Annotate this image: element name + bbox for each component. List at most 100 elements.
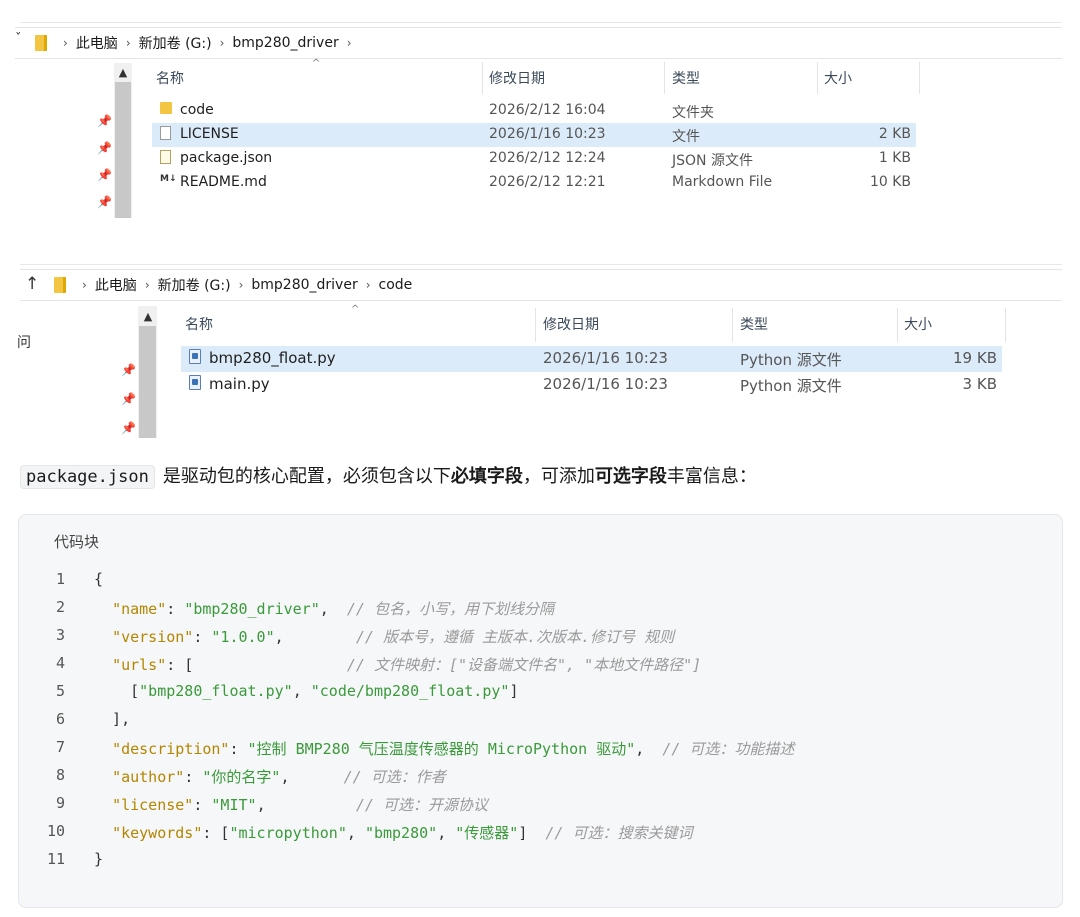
- code-token: }: [94, 850, 104, 868]
- breadcrumb-item[interactable]: 此电脑: [95, 275, 137, 295]
- column-divider[interactable]: [817, 62, 818, 94]
- address-bar-2[interactable]: ↑ › 此电脑 › 新加卷 (G:) › bmp280_driver › cod…: [20, 269, 1062, 301]
- file-modified: 2026/2/12 12:21: [489, 174, 606, 190]
- pin-icon[interactable]: 📌: [97, 141, 112, 155]
- code-token: ,: [346, 824, 365, 842]
- column-divider[interactable]: [919, 62, 920, 94]
- code-token: ,: [256, 796, 356, 814]
- breadcrumb-item[interactable]: 新加卷 (G:): [139, 33, 212, 53]
- line-number: 5: [55, 682, 65, 700]
- code-token: // 可选：开源协议: [355, 796, 488, 814]
- pin-icon[interactable]: 📌: [121, 392, 136, 406]
- code-token: ,: [274, 628, 356, 646]
- line-number: 6: [55, 710, 65, 728]
- code-token: "micropython": [229, 824, 347, 842]
- scroll-up-icon[interactable]: ▲: [114, 65, 132, 81]
- code-token: // 文件映射：["设备端文件名", "本地文件路径"]: [346, 656, 702, 674]
- code-token: // 包名，小写，用下划线分隔: [346, 600, 554, 618]
- column-header-name[interactable]: 名称: [185, 314, 213, 334]
- chevron-right-icon: ›: [63, 36, 68, 50]
- pin-icon[interactable]: 📌: [121, 421, 136, 435]
- code-token: ]: [509, 682, 519, 700]
- line-number: 8: [55, 766, 65, 784]
- code-token: {: [94, 570, 104, 588]
- column-header-modified[interactable]: 修改日期: [489, 68, 545, 88]
- file-row-code[interactable]: code 2026/2/12 16:04 文件夹: [152, 99, 916, 123]
- column-header-modified[interactable]: 修改日期: [543, 314, 599, 334]
- column-header-name[interactable]: 名称: [156, 68, 184, 88]
- line-number: 9: [55, 794, 65, 812]
- pin-icon[interactable]: 📌: [97, 195, 112, 209]
- arrow-up-icon[interactable]: ↑: [25, 274, 39, 294]
- code-token: "bmp280_float.py": [139, 682, 293, 700]
- chevron-left-icon[interactable]: ˇ: [15, 32, 22, 47]
- file-name: LICENSE: [180, 126, 239, 142]
- pin-icon[interactable]: 📌: [121, 363, 136, 377]
- file-name: bmp280_float.py: [209, 349, 336, 367]
- chevron-right-icon: ›: [125, 36, 131, 50]
- pin-icon[interactable]: 📌: [97, 114, 112, 128]
- pin-icon[interactable]: 📌: [97, 168, 112, 182]
- scroll-up-icon[interactable]: ▲: [139, 309, 157, 325]
- file-size: 19 KB: [953, 349, 997, 367]
- address-bar-1[interactable]: ˇ › 此电脑 › 新加卷 (G:) › bmp280_driver ›: [15, 27, 1062, 59]
- code-token: [: [94, 682, 140, 700]
- file-size: 2 KB: [878, 126, 911, 142]
- line-number: 11: [46, 850, 65, 868]
- column-header-size[interactable]: 大小: [904, 314, 932, 334]
- chevron-right-icon: ›: [238, 278, 244, 292]
- sort-ascending-icon: ^: [351, 304, 360, 315]
- line-number: 7: [55, 738, 65, 756]
- breadcrumb-item[interactable]: code: [379, 277, 413, 293]
- file-row-main-py[interactable]: main.py 2026/1/16 10:23 Python 源文件 3 KB: [181, 372, 1002, 398]
- code-text: ["bmp280_float.py", "code/bmp280_float.p…: [94, 682, 518, 700]
- column-header-type[interactable]: 类型: [740, 314, 768, 334]
- code-token: "传感器": [455, 824, 519, 842]
- code-token: "1.0.0": [211, 628, 275, 646]
- file-row-bmp280-float[interactable]: bmp280_float.py 2026/1/16 10:23 Python 源…: [181, 346, 1002, 372]
- code-token: // 可选：功能描述: [662, 740, 795, 758]
- column-divider[interactable]: [732, 308, 733, 342]
- breadcrumb-item[interactable]: 此电脑: [76, 33, 118, 53]
- column-header-size[interactable]: 大小: [824, 68, 852, 88]
- column-divider[interactable]: [1005, 308, 1006, 342]
- file-type: 文件夹: [672, 105, 714, 121]
- breadcrumb: › 此电脑 › 新加卷 (G:) › bmp280_driver ›: [35, 28, 360, 58]
- code-token: "bmp280": [364, 824, 438, 842]
- file-row-package-json[interactable]: package.json 2026/2/12 12:24 JSON 源文件 1 …: [152, 147, 916, 171]
- code-text: }: [94, 850, 103, 868]
- chevron-right-icon[interactable]: ›: [347, 36, 352, 50]
- code-token: "bmp280_driver": [184, 600, 320, 618]
- file-size: 1 KB: [878, 150, 911, 166]
- file-type: 文件: [672, 129, 700, 145]
- column-divider[interactable]: [535, 308, 536, 342]
- code-token: // 可选：搜索关键词: [545, 824, 693, 842]
- breadcrumb-item[interactable]: bmp280_driver: [232, 35, 338, 51]
- column-header-type[interactable]: 类型: [672, 68, 700, 88]
- chevron-right-icon: ›: [219, 36, 225, 50]
- code-token: "name": [112, 600, 167, 618]
- breadcrumb-item[interactable]: bmp280_driver: [251, 277, 357, 293]
- code-text: "urls": [ // 文件映射：["设备端文件名", "本地文件路径"]: [94, 654, 701, 675]
- file-type: Python 源文件: [740, 351, 842, 369]
- code-token: :: [193, 796, 212, 814]
- column-divider[interactable]: [897, 308, 898, 342]
- code-text: "version": "1.0.0", // 版本号，遵循 主版本.次版本.修订…: [94, 626, 674, 647]
- column-divider[interactable]: [482, 62, 483, 94]
- chevron-right-icon: ›: [82, 278, 87, 292]
- file-size: 3 KB: [962, 375, 997, 393]
- file-row-license[interactable]: LICENSE 2026/1/16 10:23 文件 2 KB: [152, 123, 916, 147]
- file-modified: 2026/1/16 10:23: [489, 126, 606, 142]
- scroll-thumb[interactable]: [139, 326, 156, 438]
- code-token: :: [193, 628, 212, 646]
- column-divider[interactable]: [664, 62, 665, 94]
- scroll-thumb[interactable]: [115, 82, 131, 218]
- breadcrumb-item[interactable]: 新加卷 (G:): [158, 275, 231, 295]
- code-token: : [: [166, 656, 347, 674]
- file-name: package.json: [180, 150, 273, 166]
- file-row-readme[interactable]: M↓ README.md 2026/2/12 12:21 Markdown Fi…: [152, 171, 916, 195]
- code-token: :: [229, 740, 248, 758]
